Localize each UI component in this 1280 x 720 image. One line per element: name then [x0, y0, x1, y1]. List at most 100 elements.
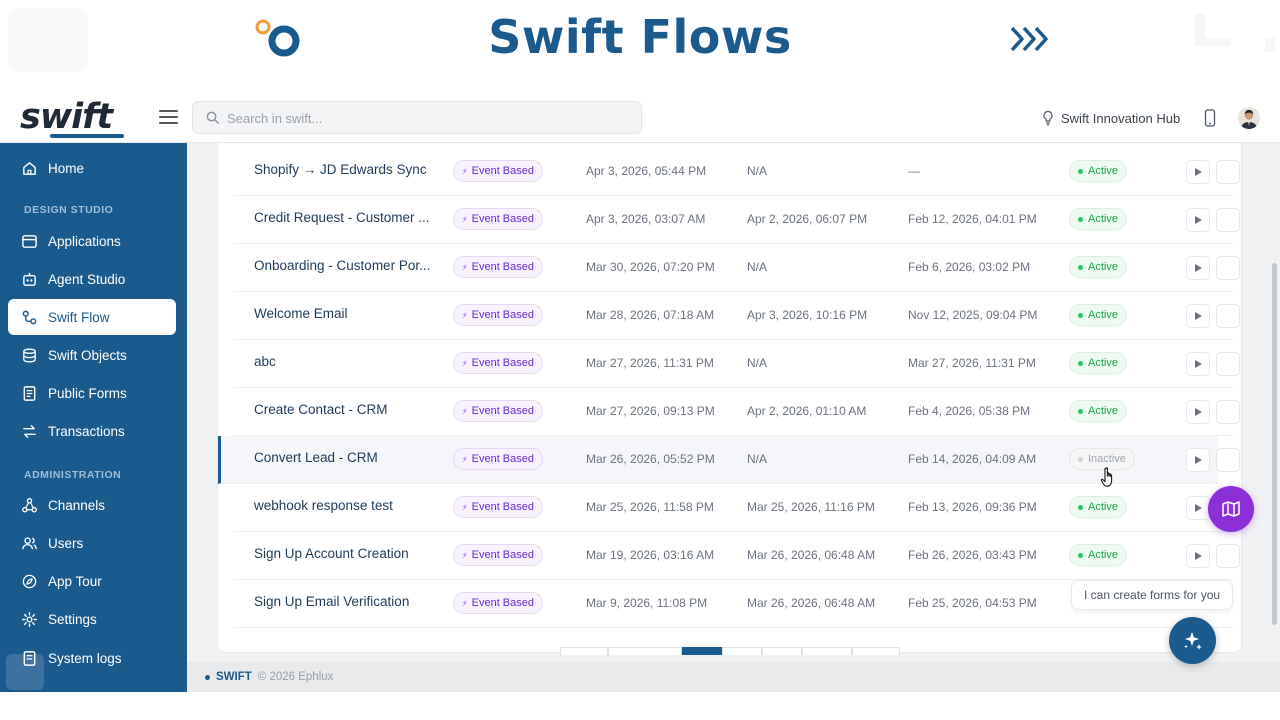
more-actions-button[interactable]	[1216, 304, 1240, 328]
run-flow-button[interactable]	[1186, 160, 1210, 184]
run-flow-button[interactable]	[1186, 448, 1210, 472]
run-flow-button[interactable]	[1186, 256, 1210, 280]
sidebar-item-label: App Tour	[48, 573, 102, 589]
updated-date: Apr 3, 2026, 10:16 PM	[747, 308, 868, 322]
more-actions-button[interactable]	[1216, 208, 1240, 232]
table-row[interactable]: Welcome Email ⚡ Event Based Mar 28, 2026, 0…	[234, 292, 1240, 340]
play-icon	[1194, 552, 1202, 560]
table-row[interactable]: Convert Lead - CRM ⚡ Event Based Mar 26, 20…	[218, 436, 1240, 484]
table-row[interactable]: Shopify → JD Edwards Sync ⚡ Event Based Apr…	[234, 148, 1240, 196]
sidebar-item-app-tour[interactable]: App Tour	[8, 563, 176, 599]
status-badge[interactable]: Active	[1069, 256, 1127, 278]
page-button[interactable]	[722, 647, 762, 655]
table-row[interactable]: webhook response test ⚡ Event Based Mar 25,…	[234, 484, 1240, 532]
more-actions-button[interactable]	[1216, 448, 1240, 472]
flow-name[interactable]: Sign Up Account Creation	[254, 546, 439, 561]
sidebar-item-channels[interactable]: Channels	[8, 487, 176, 523]
run-flow-button[interactable]	[1186, 496, 1210, 520]
scrollbar[interactable]	[1270, 143, 1280, 692]
table-row[interactable]: Credit Request - Customer ... ⚡ Event Base…	[234, 196, 1240, 244]
trigger-badge: ⚡ Event Based	[453, 400, 543, 422]
last-run-date: Feb 4, 2026, 05:38 PM	[908, 404, 1031, 418]
flow-name[interactable]: Welcome Email	[254, 306, 439, 321]
sidebar-collapse-button[interactable]	[6, 654, 44, 690]
last-run-date: Feb 14, 2026, 04:09 AM	[908, 452, 1037, 466]
status-badge[interactable]: Active	[1069, 304, 1127, 326]
updated-date: N/A	[747, 356, 768, 370]
table-row[interactable]: abc ⚡ Event Based Mar 27, 2026, 11:31 PM N/A…	[234, 340, 1240, 388]
table-row[interactable]: Onboarding - Customer Por... ⚡ Event Based…	[234, 244, 1240, 292]
sidebar-item-home[interactable]: Home	[8, 150, 176, 186]
logo-underline	[50, 134, 124, 138]
more-actions-button[interactable]	[1216, 352, 1240, 376]
more-actions-button[interactable]	[1216, 256, 1240, 280]
flow-name[interactable]: abc	[254, 354, 439, 369]
flow-name[interactable]: Create Contact - CRM	[254, 402, 439, 417]
sidebar-item-users[interactable]: Users	[8, 525, 176, 561]
sidebar-item-swift-flow[interactable]: Swift Flow	[8, 299, 176, 335]
sidebar-item-applications[interactable]: Applications	[8, 223, 176, 259]
home-icon	[23, 161, 36, 175]
top-bar: swift Swift Innovation Hub	[0, 93, 1280, 143]
flow-name[interactable]: Sign Up Email Verification	[254, 594, 439, 609]
sidebar-item-transactions[interactable]: Transactions	[8, 413, 176, 449]
status-badge[interactable]: Active	[1069, 400, 1127, 422]
page-button[interactable]	[608, 647, 682, 655]
status-badge[interactable]: Active	[1069, 208, 1127, 230]
more-actions-button[interactable]	[1216, 160, 1240, 184]
run-flow-button[interactable]	[1186, 544, 1210, 568]
administration-header: ADMINISTRATION	[24, 469, 122, 481]
ai-assistant-button[interactable]	[1169, 617, 1216, 664]
sidebar-item-swift-objects[interactable]: Swift Objects	[8, 337, 176, 373]
flow-name[interactable]: Credit Request - Customer ...	[254, 210, 439, 225]
sidebar-item-label: Agent Studio	[48, 271, 126, 287]
search-box[interactable]	[192, 101, 642, 134]
page-button[interactable]	[762, 647, 802, 655]
bolt-icon: ⚡	[462, 358, 468, 368]
swift-logo[interactable]: swift	[20, 97, 113, 137]
more-actions-button[interactable]	[1216, 544, 1240, 568]
page-prev-button[interactable]	[560, 647, 608, 655]
more-actions-button[interactable]	[1216, 400, 1240, 424]
status-badge[interactable]: Active	[1069, 544, 1127, 566]
status-badge[interactable]: Active	[1069, 160, 1127, 182]
innovation-hub-link[interactable]: Swift Innovation Hub	[1042, 108, 1180, 128]
updated-date: N/A	[747, 452, 768, 466]
status-label: Active	[1088, 309, 1118, 321]
run-flow-button[interactable]	[1186, 400, 1210, 424]
table-row[interactable]: Sign Up Account Creation ⚡ Event Based Mar …	[234, 532, 1240, 580]
status-label: Active	[1088, 549, 1118, 561]
mobile-preview-icon[interactable]	[1204, 109, 1216, 127]
user-avatar[interactable]	[1238, 107, 1260, 129]
status-label: Active	[1088, 261, 1118, 273]
bolt-icon: ⚡	[462, 454, 468, 464]
trigger-badge: ⚡ Event Based	[453, 496, 543, 518]
flow-name[interactable]: Onboarding - Customer Por...	[254, 258, 439, 273]
flow-name[interactable]: Shopify → JD Edwards Sync	[254, 162, 439, 177]
page-button[interactable]	[802, 647, 852, 655]
sidebar-item-agent-studio[interactable]: Agent Studio	[8, 261, 176, 297]
scrollbar-thumb[interactable]	[1272, 263, 1277, 625]
table-row[interactable]: Create Contact - CRM ⚡ Event Based Mar 27, …	[234, 388, 1240, 436]
applications-icon	[22, 234, 37, 248]
page-current-button[interactable]	[682, 647, 722, 655]
trigger-badge: ⚡ Event Based	[453, 256, 543, 278]
flow-name[interactable]: webhook response test	[254, 498, 439, 513]
app-tour-map-button[interactable]	[1208, 486, 1254, 532]
trigger-badge: ⚡ Event Based	[453, 208, 543, 230]
menu-toggle-icon[interactable]	[159, 110, 178, 124]
trigger-label: Event Based	[471, 261, 534, 273]
faded-watermark	[1195, 14, 1275, 52]
trigger-badge: ⚡ Event Based	[453, 160, 543, 182]
flow-name[interactable]: Convert Lead - CRM	[254, 450, 439, 465]
sidebar-item-settings[interactable]: Settings	[8, 601, 176, 637]
search-input[interactable]	[227, 108, 627, 128]
status-badge[interactable]: Active	[1069, 352, 1127, 374]
status-badge[interactable]: Active	[1069, 496, 1127, 518]
run-flow-button[interactable]	[1186, 352, 1210, 376]
run-flow-button[interactable]	[1186, 208, 1210, 232]
sidebar-item-public-forms[interactable]: Public Forms	[8, 375, 176, 411]
status-dot	[1078, 456, 1083, 462]
page-next-button[interactable]	[852, 647, 900, 655]
run-flow-button[interactable]	[1186, 304, 1210, 328]
